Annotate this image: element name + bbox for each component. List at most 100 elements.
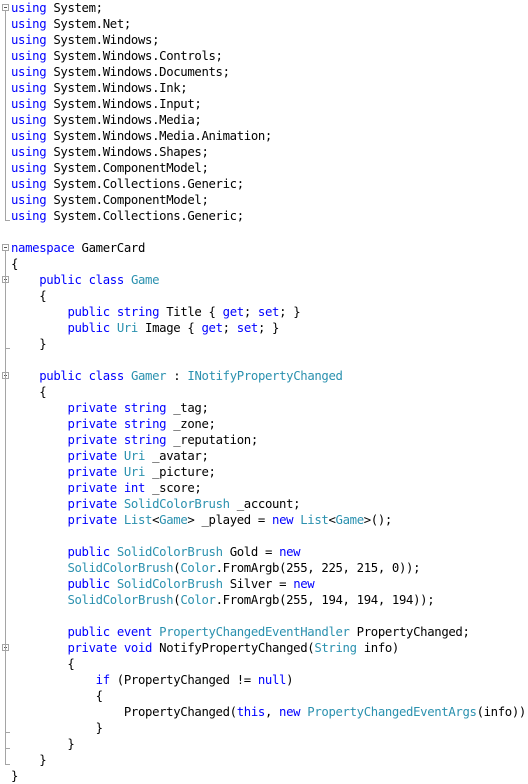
- code-token: ): [286, 673, 294, 687]
- keyword-token: using: [11, 81, 47, 95]
- code-token: System.Collections.Generic;: [46, 209, 244, 223]
- keyword-token: public: [67, 321, 110, 335]
- code-line[interactable]: {: [11, 384, 528, 400]
- code-line[interactable]: }: [11, 336, 528, 352]
- code-line[interactable]: }: [11, 736, 528, 752]
- code-line[interactable]: using System.Collections.Generic;: [11, 176, 528, 192]
- code-line[interactable]: {: [11, 256, 528, 272]
- code-line[interactable]: using System.Windows.Controls;: [11, 48, 528, 64]
- code-line[interactable]: using System.Windows.Input;: [11, 96, 528, 112]
- keyword-token: private: [67, 497, 117, 511]
- code-line[interactable]: private string _zone;: [11, 416, 528, 432]
- code-line[interactable]: }: [11, 720, 528, 736]
- code-line[interactable]: private void NotifyPropertyChanged(Strin…: [11, 640, 528, 656]
- code-line[interactable]: [11, 224, 528, 240]
- code-line[interactable]: public event PropertyChangedEventHandler…: [11, 624, 528, 640]
- code-line[interactable]: using System.ComponentModel;: [11, 192, 528, 208]
- code-token: _zone;: [166, 417, 216, 431]
- code-editor[interactable]: using System; using System.Net; using Syst…: [0, 0, 528, 784]
- code-line[interactable]: using System.Net;: [11, 16, 528, 32]
- code-line[interactable]: using System.Windows.Shapes;: [11, 144, 528, 160]
- code-line[interactable]: }: [11, 752, 528, 768]
- keyword-token: string: [123, 417, 167, 431]
- keyword-token: string: [116, 305, 160, 319]
- code-line[interactable]: if (PropertyChanged != null): [11, 672, 528, 688]
- code-line[interactable]: {: [11, 688, 528, 704]
- code-token: ; }: [279, 305, 301, 319]
- code-line[interactable]: [11, 352, 528, 368]
- type-token: PropertyChangedEventArgs: [307, 705, 477, 719]
- code-token: System.Collections.Generic;: [46, 177, 244, 191]
- code-token: System.Windows.Ink;: [46, 81, 188, 95]
- code-line[interactable]: using System.Windows.Documents;: [11, 64, 528, 80]
- code-line[interactable]: private Uri _picture;: [11, 464, 528, 480]
- code-line[interactable]: public class Gamer : INotifyPropertyChan…: [11, 368, 528, 384]
- type-token: Uri: [123, 465, 146, 479]
- code-line[interactable]: private Uri _avatar;: [11, 448, 528, 464]
- code-line[interactable]: SolidColorBrush(Color.FromArgb(255, 225,…: [11, 560, 528, 576]
- keyword-token: using: [11, 49, 47, 63]
- code-token: _tag;: [166, 401, 209, 415]
- code-line[interactable]: SolidColorBrush(Color.FromArgb(255, 194,…: [11, 592, 528, 608]
- keyword-token: public: [67, 625, 110, 639]
- type-token: SolidColorBrush: [67, 561, 174, 575]
- type-token: SolidColorBrush: [123, 497, 230, 511]
- keyword-token: using: [11, 33, 47, 47]
- code-line[interactable]: using System;: [11, 0, 528, 16]
- collapse-toggle-icon[interactable]: [2, 244, 9, 251]
- code-line[interactable]: using System.Collections.Generic;: [11, 208, 528, 224]
- outline-guide-line: [5, 283, 6, 348]
- code-line[interactable]: [11, 608, 528, 624]
- keyword-token: private: [67, 465, 117, 479]
- type-token: INotifyPropertyChanged: [187, 369, 343, 383]
- code-token: ;: [222, 321, 237, 335]
- code-token: System.Net;: [46, 17, 131, 31]
- code-token: Gold =: [222, 545, 280, 559]
- keyword-token: this: [236, 705, 266, 719]
- code-token: System.Windows.Documents;: [46, 65, 230, 79]
- code-line[interactable]: public Uri Image { get; set; }: [11, 320, 528, 336]
- code-line[interactable]: private SolidColorBrush _account;: [11, 496, 528, 512]
- collapse-toggle-icon[interactable]: [2, 4, 9, 11]
- code-line[interactable]: namespace GamerCard: [11, 240, 528, 256]
- code-line[interactable]: using System.Windows.Media.Animation;: [11, 128, 528, 144]
- code-line[interactable]: using System.Windows;: [11, 32, 528, 48]
- keyword-token: set: [257, 305, 280, 319]
- type-token: PropertyChangedEventHandler: [159, 625, 350, 639]
- code-line[interactable]: private string _reputation;: [11, 432, 528, 448]
- keyword-token: new: [272, 513, 294, 527]
- code-line[interactable]: private string _tag;: [11, 400, 528, 416]
- keyword-token: using: [11, 65, 47, 79]
- code-line[interactable]: public string Title { get; set; }: [11, 304, 528, 320]
- code-line[interactable]: {: [11, 288, 528, 304]
- keyword-token: using: [11, 209, 47, 223]
- code-line[interactable]: using System.ComponentModel;: [11, 160, 528, 176]
- code-line[interactable]: using System.Windows.Ink;: [11, 80, 528, 96]
- code-line[interactable]: private List<Game> _played = new List<Ga…: [11, 512, 528, 528]
- code-line[interactable]: public class Game: [11, 272, 528, 288]
- outline-guide-end: [5, 764, 10, 765]
- code-line[interactable]: [11, 528, 528, 544]
- keyword-token: public: [67, 545, 110, 559]
- code-line[interactable]: PropertyChanged(this, new PropertyChange…: [11, 704, 528, 720]
- code-line[interactable]: using System.Windows.Media;: [11, 112, 528, 128]
- code-line[interactable]: public SolidColorBrush Gold = new: [11, 544, 528, 560]
- code-token: System.ComponentModel;: [46, 161, 209, 175]
- keyword-token: new: [279, 545, 301, 559]
- code-line[interactable]: }: [11, 768, 528, 784]
- code-line[interactable]: {: [11, 656, 528, 672]
- type-token: String: [314, 641, 357, 655]
- code-line[interactable]: private int _score;: [11, 480, 528, 496]
- keyword-token: class: [88, 369, 125, 383]
- code-line[interactable]: public SolidColorBrush Silver = new: [11, 576, 528, 592]
- code-token: }: [11, 337, 47, 351]
- code-text-area[interactable]: using System; using System.Net; using Syst…: [11, 0, 528, 784]
